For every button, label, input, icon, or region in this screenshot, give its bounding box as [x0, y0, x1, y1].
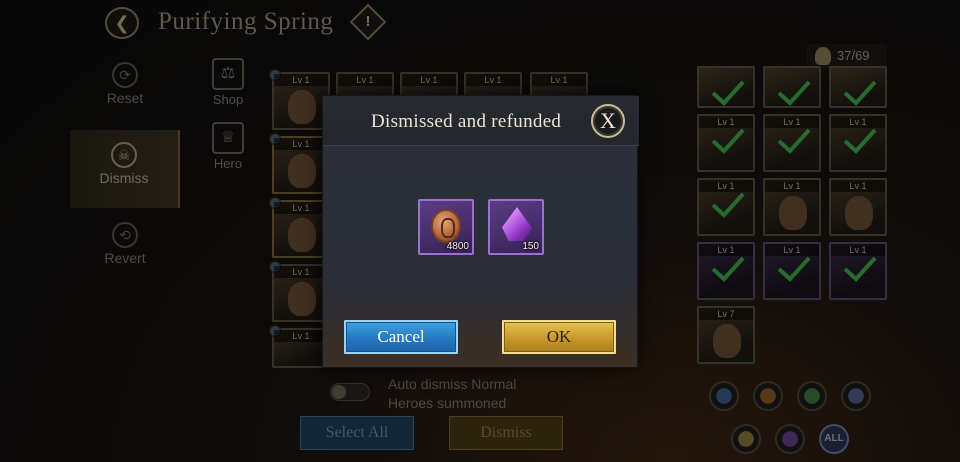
reward-amount: 150	[522, 241, 539, 252]
cancel-button[interactable]: Cancel	[344, 320, 458, 354]
reward-amount: 4800	[446, 241, 469, 252]
gold-coin-icon	[431, 209, 461, 243]
dialog-title: Dismissed and refunded	[371, 111, 562, 132]
reward-purple-crystal[interactable]: 150	[488, 199, 544, 255]
reward-gold-coin[interactable]: 4800	[418, 199, 474, 255]
purple-crystal-icon	[502, 207, 532, 241]
refund-dialog: Dismissed and refunded X 4800 150 Cancel…	[322, 95, 639, 368]
close-button[interactable]: X	[591, 104, 625, 138]
ok-button[interactable]: OK	[502, 320, 616, 354]
